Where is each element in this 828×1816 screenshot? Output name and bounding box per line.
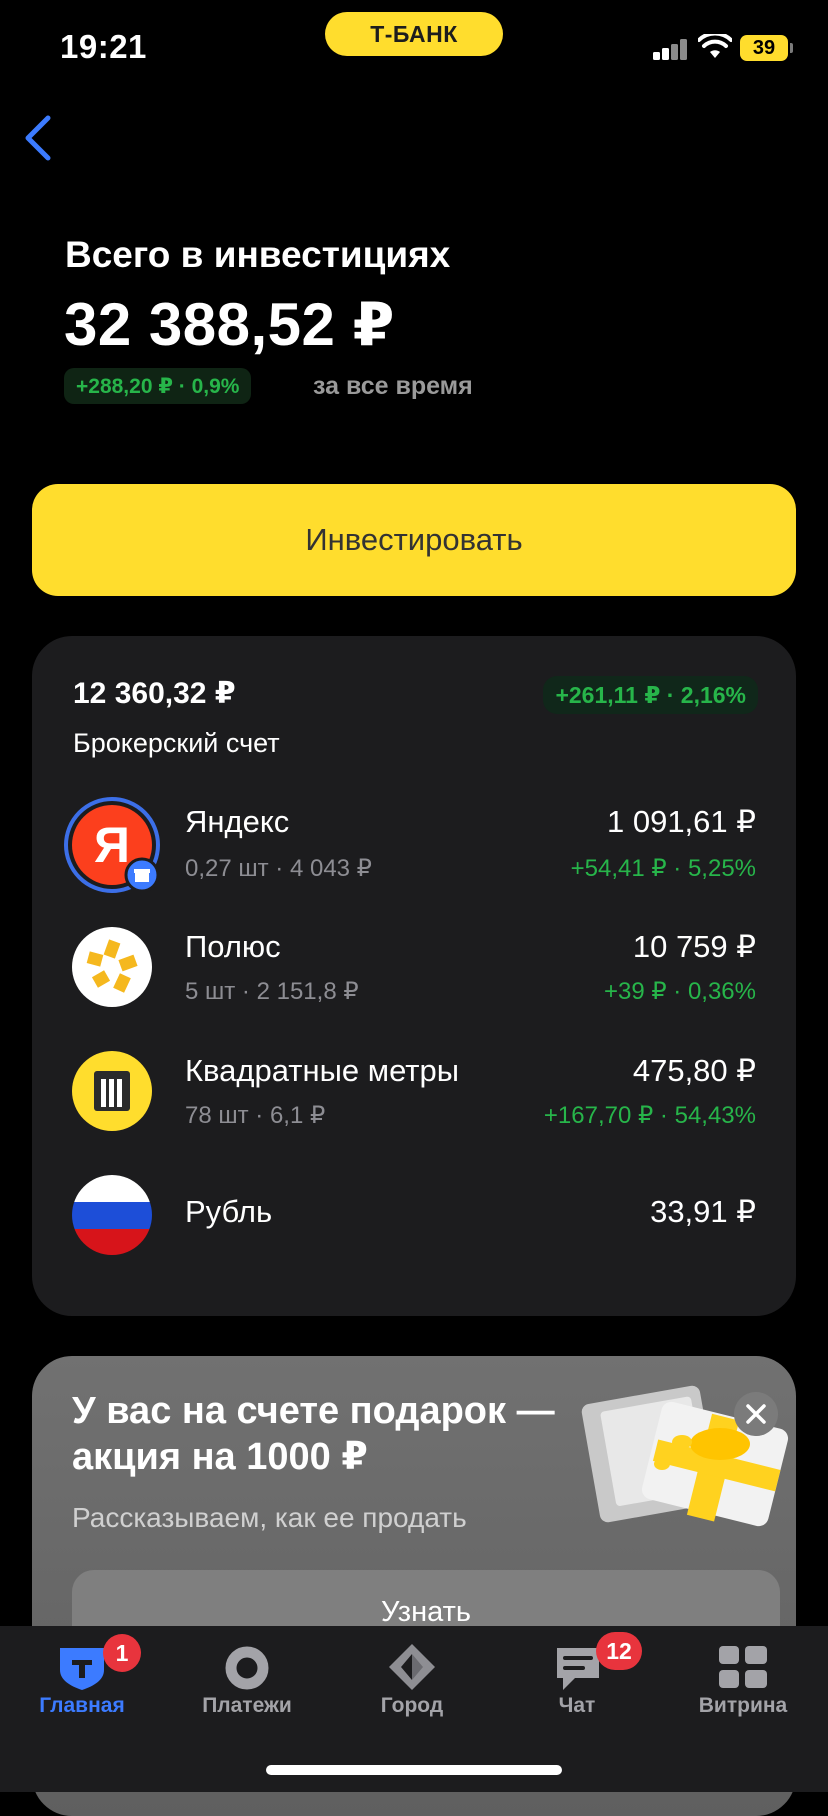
tab-label: Чат [558, 1694, 596, 1717]
showcase-grid-icon [719, 1646, 767, 1688]
account-change-badge: +261,11 ₽ · 2,16% [543, 676, 758, 714]
payments-circle-icon [225, 1646, 269, 1690]
position-name: Яндекс [185, 804, 290, 839]
position-change: +39 ₽ · 0,36% [603, 978, 756, 1005]
period-label[interactable]: за все время [313, 372, 473, 401]
position-name: Рубль [185, 1194, 273, 1229]
page-title: Всего в инвестициях [65, 234, 451, 275]
polyus-logo-icon [72, 927, 152, 1007]
tab-payments[interactable]: Платежи [172, 1636, 322, 1726]
close-icon[interactable] [734, 1392, 778, 1436]
back-chevron-icon[interactable] [18, 112, 58, 164]
tab-label: Витрина [698, 1694, 788, 1717]
tab-label: Город [380, 1694, 444, 1717]
invest-button[interactable]: Инвестировать [32, 484, 796, 596]
position-value: 1 091,61 ₽ [606, 804, 756, 839]
notification-badge: 1 [103, 1634, 141, 1672]
wifi-icon [698, 34, 732, 58]
tab-city[interactable]: Город [337, 1636, 487, 1726]
position-value: 10 759 ₽ [632, 929, 756, 964]
position-change: +167,70 ₽ · 54,43% [543, 1102, 756, 1129]
position-quantity: 78 шт · 6,1 ₽ [185, 1102, 326, 1129]
position-value: 475,80 ₽ [632, 1053, 756, 1088]
square-meters-logo-icon [72, 1051, 152, 1131]
russia-flag-icon [72, 1175, 152, 1255]
tab-home[interactable]: 1 Главная [7, 1634, 157, 1726]
yandex-logo-icon: Я [64, 797, 160, 893]
total-change-badge: +288,20 ₽ · 0,9% [64, 368, 252, 404]
tab-showcase[interactable]: Витрина [668, 1636, 818, 1726]
city-diamond-icon [389, 1644, 435, 1690]
account-amount: 12 360,32 ₽ [73, 677, 236, 710]
battery-indicator: 39 [740, 35, 793, 61]
total-amount: 32 388,52 ₽ [64, 291, 395, 358]
notification-badge: 12 [596, 1632, 642, 1670]
position-quantity: 0,27 шт · 4 043 ₽ [185, 855, 372, 882]
position-name: Квадратные метры [185, 1053, 460, 1088]
position-value: 33,91 ₽ [650, 1194, 756, 1229]
position-change: +54,41 ₽ · 5,25% [570, 855, 756, 882]
cellular-signal-icon [653, 38, 689, 60]
svg-text:Я: Я [94, 817, 130, 873]
bank-brand-pill[interactable]: Т-БАНК [325, 12, 503, 56]
bank-shield-icon [60, 1648, 104, 1690]
account-name: Брокерский счет [73, 728, 280, 758]
tab-label: Платежи [202, 1694, 292, 1717]
tab-chat[interactable]: 12 Чат [502, 1632, 652, 1726]
home-indicator[interactable] [266, 1765, 562, 1775]
position-name: Полюс [185, 929, 281, 964]
promo-subtitle: Рассказываем, как ее продать [72, 1502, 467, 1533]
promo-title: У вас на счете подарок — акция на 1000 ₽ [72, 1390, 555, 1478]
tab-label: Главная [39, 1694, 125, 1717]
position-quantity: 5 шт · 2 151,8 ₽ [185, 978, 359, 1005]
status-time: 19:21 [60, 28, 147, 65]
